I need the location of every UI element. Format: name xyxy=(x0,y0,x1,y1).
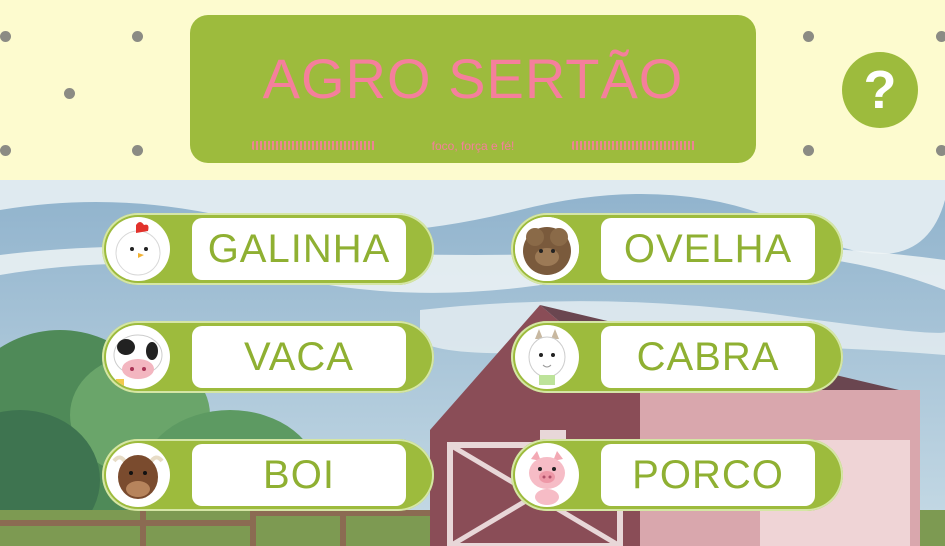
help-button[interactable]: ? xyxy=(842,52,918,128)
cow-icon xyxy=(106,325,170,389)
pig-icon xyxy=(515,443,579,507)
decor-dot xyxy=(936,31,945,42)
animal-button-galinha[interactable]: GALINHA xyxy=(102,213,434,285)
animal-button-boi[interactable]: BOI xyxy=(102,439,434,511)
sheep-icon xyxy=(515,217,579,281)
chicken-icon xyxy=(106,217,170,281)
game-title: AGRO SERTÃO xyxy=(262,47,684,110)
animal-label: BOI xyxy=(192,444,406,506)
decor-dot xyxy=(936,145,945,156)
animal-label: PORCO xyxy=(601,444,815,506)
animal-button-cabra[interactable]: CABRA xyxy=(511,321,843,393)
animal-button-vaca[interactable]: VACA xyxy=(102,321,434,393)
animal-label: OVELHA xyxy=(601,218,815,280)
animal-label: VACA xyxy=(192,326,406,388)
goat-icon xyxy=(515,325,579,389)
animal-button-porco[interactable]: PORCO xyxy=(511,439,843,511)
decor-dot xyxy=(803,145,814,156)
decor-dot xyxy=(0,145,11,156)
animal-label: GALINHA xyxy=(192,218,406,280)
subtitle-decoration xyxy=(572,141,696,150)
decor-dot xyxy=(0,31,11,42)
subtitle-row: foco, força e fé! xyxy=(190,137,756,155)
ox-icon xyxy=(106,443,170,507)
title-panel: AGRO SERTÃO foco, força e fé! xyxy=(190,15,756,163)
animal-label: CABRA xyxy=(601,326,815,388)
decor-dot xyxy=(132,31,143,42)
decor-dot xyxy=(132,145,143,156)
decor-dot xyxy=(64,88,75,99)
animal-button-ovelha[interactable]: OVELHA xyxy=(511,213,843,285)
decor-dot xyxy=(803,31,814,42)
